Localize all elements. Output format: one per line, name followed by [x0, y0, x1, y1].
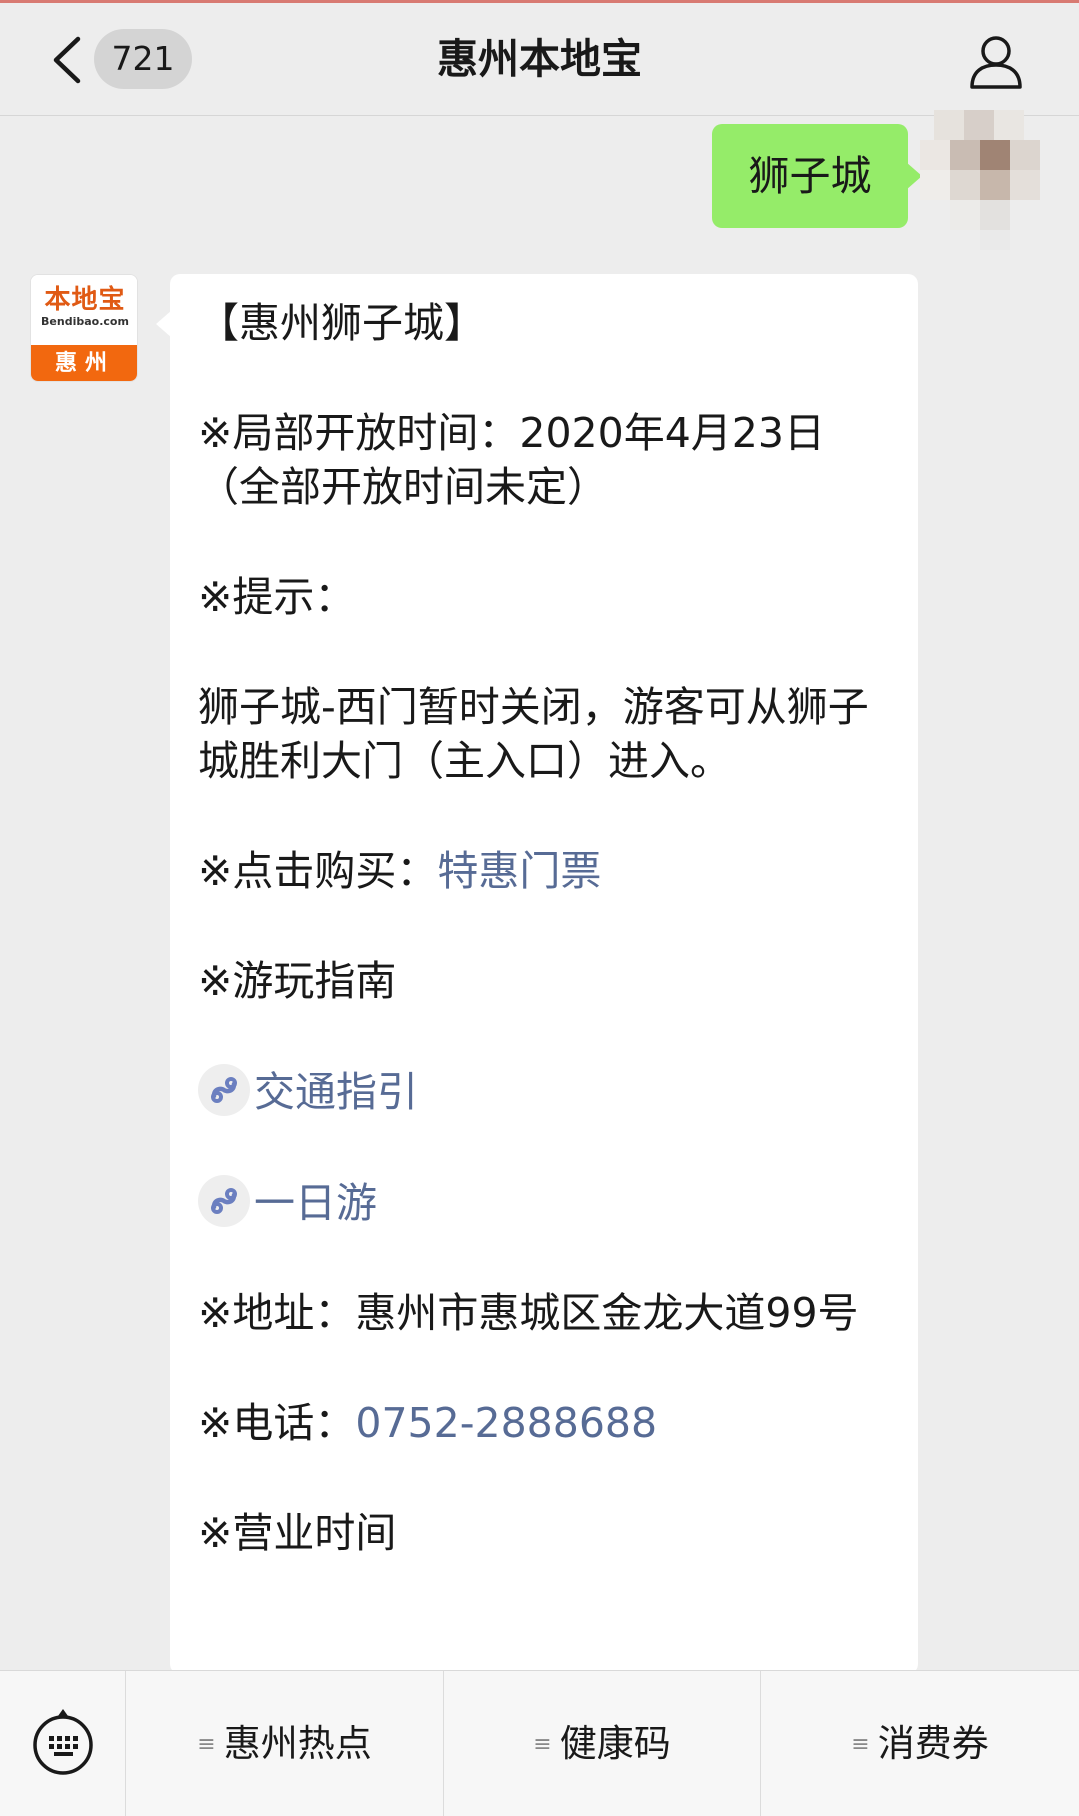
day-trip-line[interactable]: 一日游: [198, 1175, 898, 1230]
menu-item-health-code[interactable]: ≡ 健康码: [444, 1671, 761, 1816]
bottom-menu-bar: ≡ 惠州热点 ≡ 健康码 ≡ 消费券: [0, 1670, 1079, 1816]
phone-label: ※电话：: [198, 1399, 356, 1447]
hours-label: ※营业时间: [198, 1509, 397, 1557]
brand-domain: Bendibao.com: [41, 315, 129, 328]
brand-logo: 本地宝 Bendibao.com: [31, 275, 137, 345]
article-title: 【惠州狮子城】: [198, 299, 485, 347]
menu-lines-icon: ≡: [851, 1732, 870, 1757]
menu-lines-icon: ≡: [197, 1732, 216, 1757]
brand-city: 惠州: [31, 345, 137, 381]
message-content: 【惠州狮子城】 ※局部开放时间：2020年4月23日（全部开放时间未定） ※提示…: [198, 296, 898, 1616]
traffic-guide-link[interactable]: 交通指引: [254, 1068, 418, 1116]
menu-lines-icon: ≡: [533, 1732, 552, 1757]
brand-name: 本地宝: [44, 285, 126, 315]
profile-icon[interactable]: [968, 33, 1024, 89]
user-message-bubble[interactable]: 狮子城: [712, 124, 922, 228]
guide-label: ※游玩指南: [198, 957, 397, 1005]
menu-item-coupons[interactable]: ≡ 消费券: [761, 1671, 1079, 1816]
back-chevron-icon[interactable]: [50, 35, 84, 85]
keyboard-icon[interactable]: [32, 1707, 94, 1777]
buy-line: ※点击购买：特惠门票: [198, 844, 898, 898]
tip-label: ※提示：: [198, 573, 356, 621]
traffic-guide-line[interactable]: 交通指引: [198, 1064, 898, 1119]
menu-item-label: 消费券: [877, 1722, 989, 1765]
ticket-link[interactable]: 特惠门票: [437, 847, 601, 895]
menu-item-label: 惠州热点: [223, 1722, 372, 1765]
menu-item-hotspots[interactable]: ≡ 惠州热点: [126, 1671, 444, 1816]
mini-program-icon: [198, 1175, 250, 1227]
bot-message-card: 【惠州狮子城】 ※局部开放时间：2020年4月23日（全部开放时间未定） ※提示…: [156, 274, 918, 1674]
mini-program-icon: [198, 1064, 250, 1116]
navigation-bar: 721 惠州本地宝: [0, 3, 1079, 116]
user-avatar[interactable]: [920, 110, 1070, 260]
day-trip-link[interactable]: 一日游: [254, 1179, 377, 1227]
unread-count-badge[interactable]: 721: [94, 29, 192, 89]
keyboard-toggle[interactable]: [0, 1671, 126, 1816]
tip-text: 狮子城-西门暂时关闭，游客可从狮子城胜利大门（主入口）进入。: [198, 683, 869, 785]
buy-label: ※点击购买：: [198, 847, 438, 895]
address-text: ※地址：惠州市惠城区金龙大道99号: [198, 1289, 859, 1337]
phone-line: ※电话：0752-2888688: [198, 1396, 898, 1450]
bot-avatar[interactable]: 本地宝 Bendibao.com 惠州: [30, 274, 138, 382]
open-time-text: ※局部开放时间：2020年4月23日（全部开放时间未定）: [198, 409, 825, 511]
menu-item-label: 健康码: [559, 1722, 671, 1765]
phone-link[interactable]: 0752-2888688: [355, 1399, 657, 1447]
